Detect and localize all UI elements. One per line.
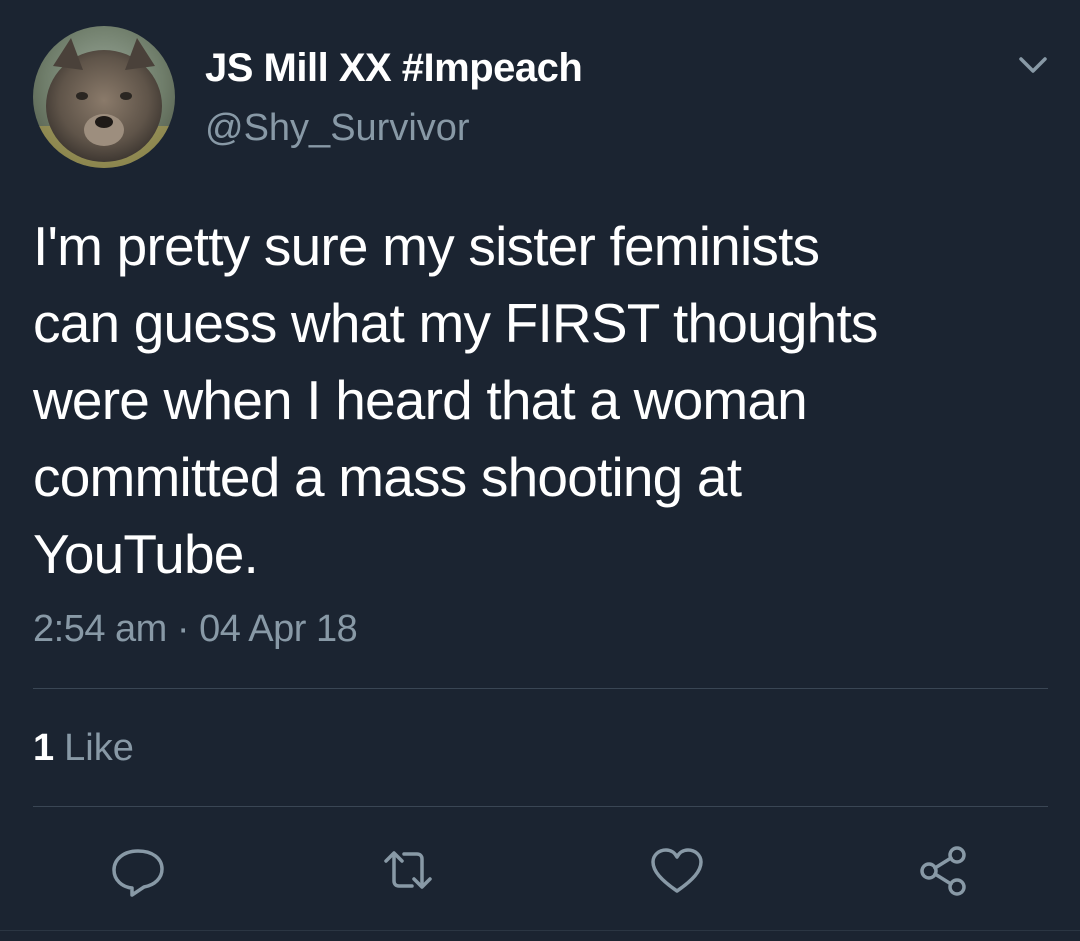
tweet-card: JS Mill XX #Impeach @Shy_Survivor I'm pr… — [0, 0, 1080, 941]
likes-count: 1 — [33, 727, 55, 769]
likes-summary[interactable]: 1 Like — [33, 727, 134, 770]
author-display-name[interactable]: JS Mill XX #Impeach — [205, 46, 583, 91]
tweet-text: I'm pretty sure my sister feminists can … — [33, 208, 1053, 593]
share-icon[interactable] — [913, 843, 973, 899]
tweet-text-line: can guess what my FIRST thoughts — [33, 292, 878, 354]
tweet-text-line: committed a mass shooting at — [33, 446, 742, 508]
likes-label: Like — [64, 727, 134, 769]
avatar[interactable] — [33, 26, 175, 168]
divider — [0, 930, 1080, 931]
reply-icon[interactable] — [108, 843, 168, 899]
arctic-fox-avatar-image — [33, 26, 175, 168]
tweet-text-line: were when I heard that a woman — [33, 369, 808, 431]
like-icon[interactable] — [647, 843, 707, 899]
tweet-menu-chevron-icon[interactable] — [1015, 50, 1051, 80]
author-handle[interactable]: @Shy_Survivor — [205, 107, 470, 150]
divider — [33, 806, 1048, 807]
tweet-text-line: I'm pretty sure my sister feminists — [33, 215, 820, 277]
divider — [33, 688, 1048, 689]
tweet-timestamp[interactable]: 2:54 am · 04 Apr 18 — [33, 608, 358, 651]
retweet-icon[interactable] — [378, 843, 438, 899]
tweet-text-line: YouTube. — [33, 523, 259, 585]
